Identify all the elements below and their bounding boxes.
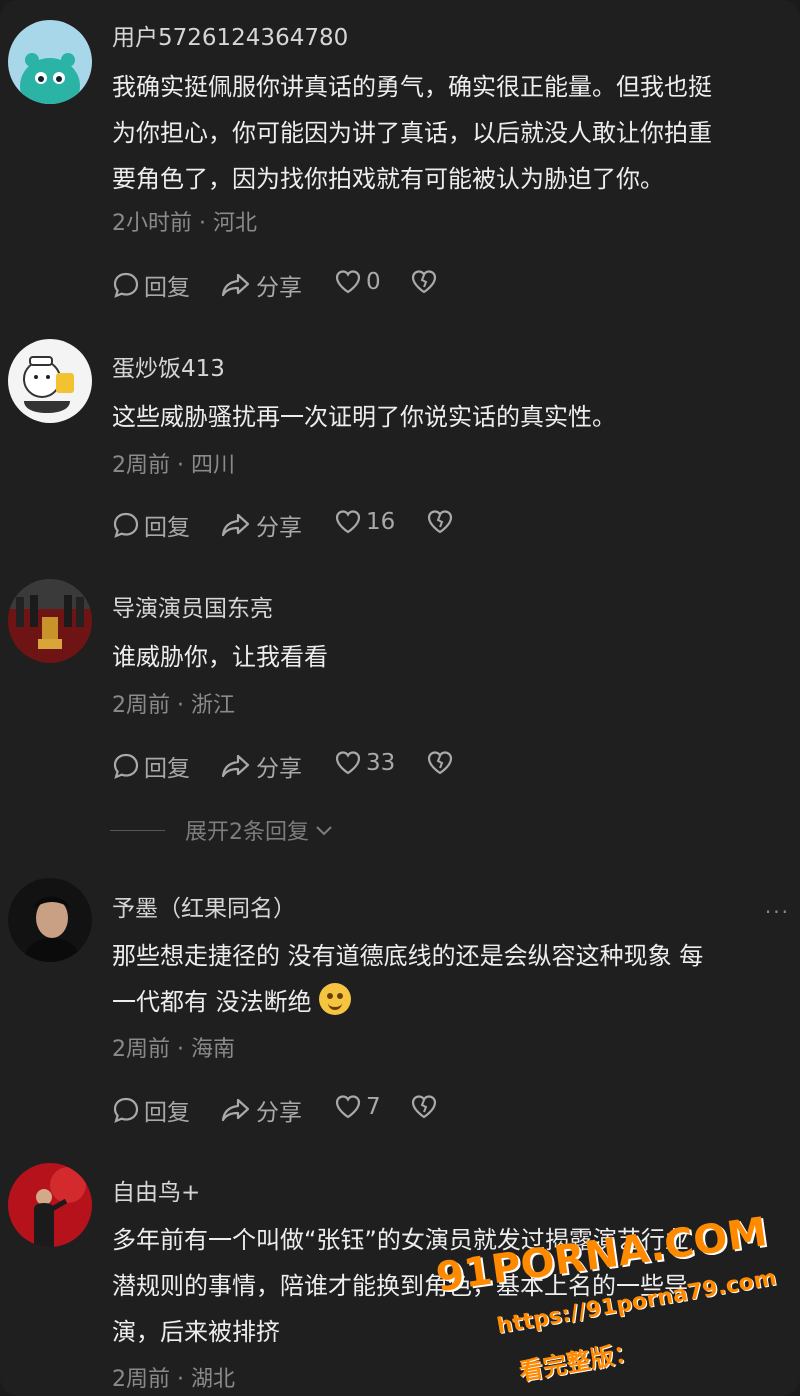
meta-separator: · bbox=[177, 1037, 191, 1062]
comment-meta: 2小时前 · 河北 bbox=[112, 205, 257, 237]
heart-icon bbox=[335, 1095, 361, 1119]
share-arrow-icon bbox=[221, 754, 250, 778]
comment-line: 这些威胁骚扰再一次证明了你说实话的真实性。 bbox=[112, 403, 616, 431]
location: 海南 bbox=[191, 1037, 236, 1062]
avatar[interactable] bbox=[8, 878, 92, 962]
comment-text: 我确实挺佩服你讲真话的勇气，确实很正能量。但我也挺 为你担心，你可能因为讲了真话… bbox=[112, 64, 792, 202]
username[interactable]: 自由鸟+ bbox=[112, 1173, 200, 1207]
comment-line: 谁威胁你，让我看看 bbox=[112, 643, 328, 671]
location: 浙江 bbox=[191, 693, 236, 718]
avatar[interactable] bbox=[8, 20, 92, 104]
like-button[interactable]: 7 bbox=[334, 1093, 381, 1121]
like-button[interactable]: 33 bbox=[334, 749, 395, 777]
comment-meta: 2周前 · 四川 bbox=[112, 447, 235, 479]
username[interactable]: 导演演员国东亮 bbox=[112, 589, 273, 623]
like-count: 0 bbox=[366, 269, 381, 295]
reply-label: 回复 bbox=[144, 756, 190, 782]
reply-button[interactable]: 回复 bbox=[112, 1093, 190, 1127]
broken-heart-icon bbox=[427, 751, 453, 775]
chevron-down-icon bbox=[316, 826, 332, 836]
broken-heart-icon bbox=[411, 270, 437, 294]
comment-feed: 用户5726124364780 我确实挺佩服你讲真话的勇气，确实很正能量。但我也… bbox=[0, 0, 800, 1396]
location: 河北 bbox=[213, 211, 258, 236]
comment-bubble-icon bbox=[113, 512, 139, 538]
comment-bubble-icon bbox=[113, 1097, 139, 1123]
share-button[interactable]: 分享 bbox=[220, 749, 302, 783]
comment-meta: 2周前 · 海南 bbox=[112, 1031, 235, 1063]
dislike-button[interactable] bbox=[426, 749, 458, 777]
heart-icon bbox=[335, 751, 361, 775]
timestamp: 2周前 bbox=[112, 693, 170, 718]
comment-text: 这些威胁骚扰再一次证明了你说实话的真实性。 bbox=[112, 394, 792, 440]
more-options-icon[interactable]: ··· bbox=[765, 900, 790, 924]
share-button[interactable]: 分享 bbox=[220, 1093, 302, 1127]
watermark-note: 看完整版： bbox=[516, 1337, 640, 1387]
share-label: 分享 bbox=[256, 515, 302, 541]
avatar[interactable] bbox=[8, 1163, 92, 1247]
comment-line: 那些想走捷径的 没有道德底线的还是会纵容这种现象 每 bbox=[112, 942, 704, 970]
meta-separator: · bbox=[177, 1367, 191, 1392]
share-arrow-icon bbox=[221, 513, 250, 537]
comment-meta: 2周前 · 湖北 bbox=[112, 1361, 235, 1393]
smiley-emoji-icon bbox=[319, 983, 352, 1015]
comment-line: 要角色了，因为找你拍戏就有可能被认为胁迫了你。 bbox=[112, 165, 664, 193]
username[interactable]: 用户5726124364780 bbox=[112, 18, 348, 52]
reply-button[interactable]: 回复 bbox=[112, 268, 190, 302]
like-button[interactable]: 0 bbox=[334, 268, 381, 296]
timestamp: 2周前 bbox=[112, 1037, 170, 1062]
meta-separator: · bbox=[199, 211, 213, 236]
dislike-button[interactable] bbox=[410, 268, 442, 296]
comment-line: 我确实挺佩服你讲真话的勇气，确实很正能量。但我也挺 bbox=[112, 73, 712, 101]
expand-replies-button[interactable]: 展开2条回复 bbox=[110, 815, 335, 845]
dislike-button[interactable] bbox=[426, 508, 458, 536]
share-button[interactable]: 分享 bbox=[220, 508, 302, 542]
comment-bubble-icon bbox=[113, 753, 139, 779]
location: 四川 bbox=[191, 453, 236, 478]
reply-label: 回复 bbox=[144, 275, 190, 301]
comment-text: 谁威胁你，让我看看 bbox=[112, 634, 792, 680]
meta-separator: · bbox=[177, 693, 191, 718]
divider bbox=[110, 829, 165, 831]
avatar[interactable] bbox=[8, 579, 92, 663]
like-count: 7 bbox=[366, 1094, 381, 1120]
heart-icon bbox=[335, 510, 361, 534]
share-label: 分享 bbox=[256, 275, 302, 301]
location: 湖北 bbox=[191, 1367, 236, 1392]
username[interactable]: 蛋炒饭413 bbox=[112, 349, 225, 383]
share-button[interactable]: 分享 bbox=[220, 268, 302, 302]
broken-heart-icon bbox=[427, 510, 453, 534]
watermark-overlay: 91PORNA.COM https://91porna79.com 看完整版： bbox=[433, 1209, 788, 1386]
heart-icon bbox=[335, 270, 361, 294]
share-arrow-icon bbox=[221, 273, 250, 297]
avatar[interactable] bbox=[8, 339, 92, 423]
timestamp: 2小时前 bbox=[112, 211, 192, 236]
dislike-button[interactable] bbox=[410, 1093, 442, 1121]
like-count: 16 bbox=[366, 509, 396, 535]
meta-separator: · bbox=[177, 453, 191, 478]
reply-button[interactable]: 回复 bbox=[112, 508, 190, 542]
comment-bubble-icon bbox=[113, 272, 139, 298]
comment-text: 那些想走捷径的 没有道德底线的还是会纵容这种现象 每 一代都有 没法断绝 bbox=[112, 933, 792, 1025]
like-count: 33 bbox=[366, 750, 396, 776]
share-label: 分享 bbox=[256, 1100, 302, 1126]
broken-heart-icon bbox=[411, 1095, 437, 1119]
comment-meta: 2周前 · 浙江 bbox=[112, 687, 235, 719]
timestamp: 2周前 bbox=[112, 453, 170, 478]
share-arrow-icon bbox=[221, 1098, 250, 1122]
share-label: 分享 bbox=[256, 756, 302, 782]
username[interactable]: 予墨（红果同名） bbox=[112, 889, 296, 923]
reply-label: 回复 bbox=[144, 1100, 190, 1126]
reply-button[interactable]: 回复 bbox=[112, 749, 190, 783]
like-button[interactable]: 16 bbox=[334, 508, 395, 536]
expand-replies-label: 展开2条回复 bbox=[185, 820, 309, 845]
comment-line: 一代都有 没法断绝 bbox=[112, 979, 792, 1025]
timestamp: 2周前 bbox=[112, 1367, 170, 1392]
comment-line-text: 一代都有 没法断绝 bbox=[112, 988, 312, 1016]
comment-line: 为你担心，你可能因为讲了真话，以后就没人敢让你拍重 bbox=[112, 119, 712, 147]
reply-label: 回复 bbox=[144, 515, 190, 541]
